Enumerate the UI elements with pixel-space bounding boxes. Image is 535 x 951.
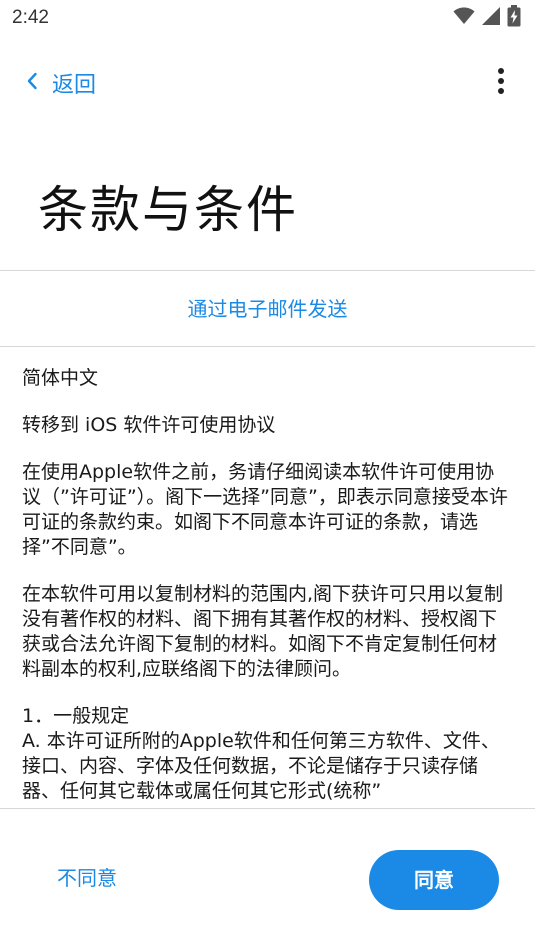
terms-paragraph: 在本软件可用以复制材料的范围内,阁下获许可只用以复制没有著作权的材料、阁下拥有其… — [22, 583, 504, 680]
back-button[interactable]: 返回 — [26, 62, 96, 104]
signal-icon — [481, 6, 501, 30]
more-vertical-icon — [497, 67, 505, 99]
page-title: 条款与条件 — [38, 181, 298, 239]
status-bar: 2:42 — [0, 0, 535, 38]
battery-charging-icon — [507, 5, 521, 31]
terms-paragraph: 在使用Apple软件之前，务请仔细阅读本软件许可使用协议（”许可证”）。阁下一选… — [22, 461, 508, 558]
wifi-icon — [453, 7, 475, 29]
header-divider — [0, 270, 535, 271]
agree-button[interactable]: 同意 — [369, 850, 499, 910]
language-label: 简体中文 — [22, 367, 99, 389]
agreement-title: 转移到 iOS 软件许可使用协议 — [22, 414, 276, 436]
terms-content[interactable]: 简体中文 转移到 iOS 软件许可使用协议 在使用Apple软件之前，务请仔细阅… — [0, 348, 535, 808]
section-heading: 1．一般规定 — [22, 705, 130, 727]
more-options-button[interactable] — [485, 66, 517, 100]
status-time: 2:42 — [12, 7, 49, 28]
status-icons — [453, 5, 521, 31]
disagree-button[interactable]: 不同意 — [40, 856, 134, 900]
terms-paragraph: A. 本许可证所附的Apple软件和任何第三方软件、文件、接口、内容、字体及任何… — [22, 730, 500, 802]
content-divider — [0, 346, 535, 347]
send-via-email-link[interactable]: 通过电子邮件发送 — [0, 284, 535, 334]
back-label: 返回 — [52, 73, 97, 98]
footer: 不同意 同意 — [0, 820, 535, 940]
footer-divider — [0, 808, 535, 809]
chevron-left-icon — [26, 72, 38, 94]
nav-bar: 返回 — [0, 56, 535, 110]
